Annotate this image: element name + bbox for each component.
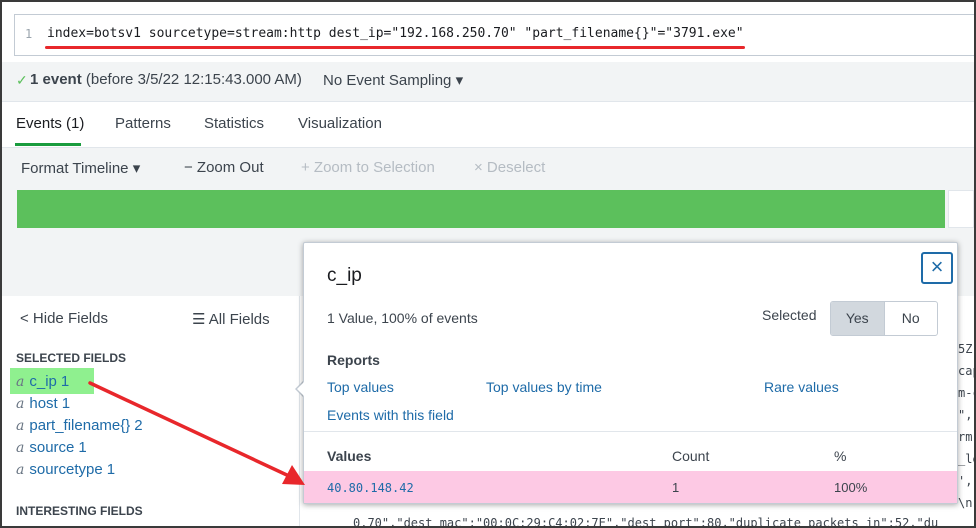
report-top-values-by-time-link[interactable]: Top values by time xyxy=(486,379,602,395)
selected-fields-header: SELECTED FIELDS xyxy=(16,351,127,365)
close-icon[interactable]: × xyxy=(921,252,953,284)
count-column-header: Count xyxy=(672,448,710,464)
format-timeline-button[interactable]: Format Timeline ▾ xyxy=(21,159,140,177)
deselect-button[interactable]: × Deselect xyxy=(474,159,545,176)
zoom-to-selection-button[interactable]: + Zoom to Selection xyxy=(301,159,435,176)
line-number: 1 xyxy=(25,27,33,41)
popup-title: c_ip xyxy=(327,265,362,286)
event-text-fragment: ", xyxy=(958,408,973,422)
report-rare-values-link[interactable]: Rare values xyxy=(764,379,839,395)
selected-toggle: Yes No xyxy=(830,301,938,336)
fields-sidebar: < Hide Fields ☰ All Fields SELECTED FIEL… xyxy=(2,296,300,526)
event-count: 1 event (before 3/5/22 12:15:43.000 AM) xyxy=(30,71,302,88)
check-icon: ✓ xyxy=(16,72,28,88)
field-count: 2 xyxy=(134,417,143,434)
event-raw-line: 0.70","dest_mac":"00:0C:29:C4:02:7E","de… xyxy=(353,516,939,528)
zoom-out-button[interactable]: − Zoom Out xyxy=(184,159,264,176)
timeline-scroll-area xyxy=(948,190,974,228)
search-query[interactable]: index=botsv1 sourcetype=stream:http dest… xyxy=(47,26,744,41)
event-text-fragment: \n xyxy=(958,496,973,510)
field-count: 1 xyxy=(78,439,87,456)
field-sourcetype[interactable]: a sourcetype 1 xyxy=(16,461,115,478)
field-name: source xyxy=(29,439,75,456)
selected-label: Selected xyxy=(762,307,817,323)
tab-patterns[interactable]: Patterns xyxy=(115,115,171,132)
field-summary-popup: c_ip × 1 Value, 100% of events Selected … xyxy=(303,242,958,504)
search-bar[interactable]: 1 index=botsv1 sourcetype=stream:http de… xyxy=(14,14,974,56)
event-text-fragment: cap xyxy=(958,364,974,378)
count-cell: 1 xyxy=(672,480,680,495)
field-count: 1 xyxy=(106,461,116,478)
percent-cell: 100% xyxy=(834,480,868,495)
percent-column-header: % xyxy=(834,448,847,464)
event-sampling-dropdown[interactable]: No Event Sampling ▾ xyxy=(323,71,463,89)
timeline-bar[interactable] xyxy=(17,190,945,228)
table-row[interactable]: 40.80.148.42 1 100% xyxy=(304,471,957,503)
tab-visualization[interactable]: Visualization xyxy=(298,115,382,132)
annotation-underline xyxy=(45,46,745,49)
screenshot-frame: 1 index=botsv1 sourcetype=stream:http de… xyxy=(0,0,976,528)
popup-summary: 1 Value, 100% of events xyxy=(327,310,478,326)
all-fields-button[interactable]: ☰ All Fields xyxy=(192,310,270,328)
field-type: a xyxy=(16,462,25,478)
interesting-fields-header: INTERESTING FIELDS xyxy=(16,504,143,518)
selected-no-button[interactable]: No xyxy=(885,302,938,335)
field-source[interactable]: a source 1 xyxy=(16,439,87,456)
event-text-fragment: _le xyxy=(958,452,974,466)
event-text-fragment: 5Z" xyxy=(958,342,974,356)
tab-statistics[interactable]: Statistics xyxy=(204,115,264,132)
field-count: 1 xyxy=(61,395,71,412)
event-text-fragment: ', xyxy=(958,474,973,488)
field-type: a xyxy=(16,440,25,456)
field-name: c_ip xyxy=(29,373,57,390)
selected-yes-button[interactable]: Yes xyxy=(831,302,885,335)
popup-divider xyxy=(304,431,957,432)
active-tab-indicator xyxy=(15,143,81,146)
report-events-with-field-link[interactable]: Events with this field xyxy=(327,407,454,423)
field-count: 1 xyxy=(60,373,70,390)
field-type: a xyxy=(16,374,25,390)
event-text-fragment: m-c xyxy=(958,386,974,400)
value-cell[interactable]: 40.80.148.42 xyxy=(327,481,414,495)
field-c-ip[interactable]: a c_ip 1 xyxy=(16,373,69,390)
reports-heading: Reports xyxy=(327,352,380,368)
field-part-filename[interactable]: a part_filename{} 2 xyxy=(16,417,143,434)
field-host[interactable]: a host 1 xyxy=(16,395,70,412)
tab-events[interactable]: Events (1) xyxy=(16,115,84,132)
values-column-header: Values xyxy=(327,448,372,464)
popup-pointer-inner xyxy=(297,381,305,397)
field-name: host xyxy=(29,395,58,412)
results-status-row: ✓ 1 event (before 3/5/22 12:15:43.000 AM… xyxy=(2,62,974,102)
field-type: a xyxy=(16,418,25,434)
field-name: sourcetype xyxy=(29,461,103,478)
hide-fields-button[interactable]: < Hide Fields xyxy=(20,310,108,327)
report-top-values-link[interactable]: Top values xyxy=(327,379,394,395)
field-type: a xyxy=(16,396,25,412)
field-name: part_filename{} xyxy=(29,417,131,434)
result-tabs: Events (1) Patterns Statistics Visualiza… xyxy=(2,103,974,148)
event-text-fragment: rm- xyxy=(958,430,974,444)
